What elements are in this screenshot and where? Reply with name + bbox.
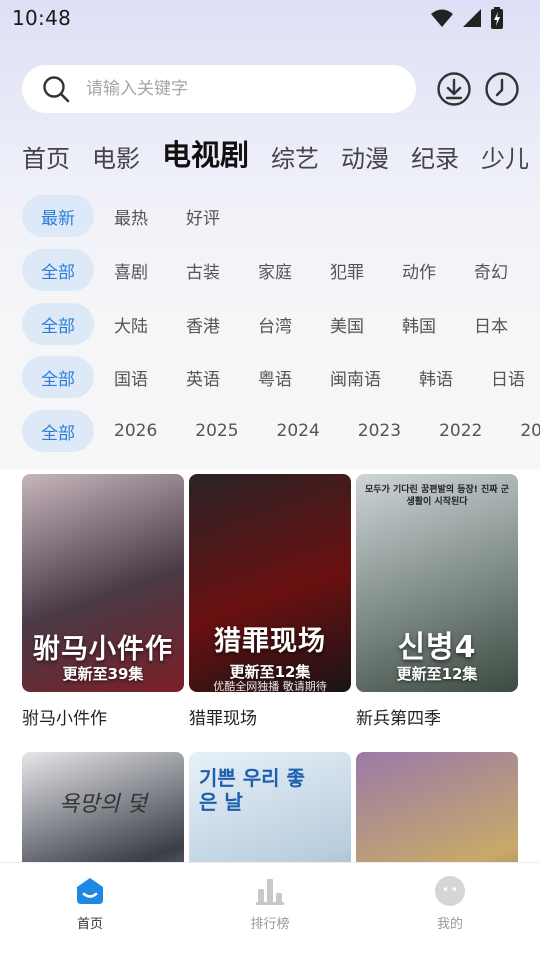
- poster-title-art: 신병4: [397, 630, 477, 665]
- tab-home[interactable]: 首页: [22, 139, 70, 174]
- tab-movies[interactable]: 电影: [92, 139, 140, 174]
- status-icons: [430, 7, 504, 29]
- filter-chip-selected[interactable]: 全部: [22, 356, 94, 398]
- filter-option[interactable]: 犯罪: [330, 258, 364, 283]
- poster-subtitle: 优酷全网独播 敬请期待: [213, 680, 327, 692]
- search-input[interactable]: [86, 79, 386, 99]
- status-bar: 10:48: [0, 0, 540, 36]
- filter-option[interactable]: 闽南语: [330, 365, 381, 390]
- nav-label: 我的: [436, 917, 463, 932]
- tab-kids[interactable]: 少儿: [481, 139, 529, 174]
- show-poster[interactable]: 猎罪现场 更新至12集 优酷全网独播 敬请期待: [189, 474, 351, 692]
- episode-badge: 更新至39集: [62, 665, 144, 683]
- search-box[interactable]: [22, 65, 416, 113]
- poster-title-art: 猎罪现场: [214, 626, 326, 657]
- home-icon: [77, 878, 103, 904]
- show-title[interactable]: 猎罪现场: [189, 704, 351, 729]
- search-icon: [43, 76, 70, 103]
- poster-tagline: 모두가 기다린 꿈편발의 등장! 진짜 군생활이 시작된다: [365, 485, 509, 507]
- filter-chip-selected[interactable]: 最新: [22, 195, 94, 237]
- filter-option[interactable]: 大陆: [114, 312, 148, 337]
- filter-chip-selected[interactable]: 全部: [22, 410, 94, 452]
- history-button[interactable]: [484, 71, 520, 107]
- poster-title-art: 욕망의 덫: [59, 792, 147, 817]
- filter-option[interactable]: 日本: [474, 312, 508, 337]
- bottom-nav: 首页 排行榜 我的: [0, 862, 540, 980]
- filter-option[interactable]: 最热: [114, 204, 148, 229]
- filter-row-year: 全部 2026 2025 2024 2023 2022 2021: [22, 410, 540, 452]
- signal-icon: [463, 9, 481, 27]
- episode-badge: 更新至12集: [396, 665, 478, 683]
- filter-option[interactable]: 喜剧: [114, 258, 148, 283]
- clock-icon: [485, 72, 519, 106]
- show-card[interactable]: 모두가 기다린 꿈편발의 등장! 진짜 군생활이 시작된다 신병4 更新至12集…: [356, 474, 518, 729]
- filter-option[interactable]: 动作: [402, 258, 436, 283]
- ranking-icon: [256, 879, 284, 905]
- show-title[interactable]: 驸马小件作: [22, 704, 184, 729]
- filter-option[interactable]: 家庭: [258, 258, 292, 283]
- filter-row-sort: 最新 最热 好评: [22, 195, 540, 237]
- filter-option[interactable]: 国语: [114, 365, 148, 390]
- filter-option[interactable]: 好评: [186, 204, 220, 229]
- filter-option[interactable]: 2025: [195, 421, 238, 441]
- nav-profile[interactable]: 我的: [360, 863, 540, 980]
- filter-option[interactable]: 2024: [277, 421, 320, 441]
- nav-label: 首页: [76, 917, 103, 932]
- nav-home[interactable]: 首页: [0, 863, 180, 980]
- tab-anime[interactable]: 动漫: [341, 139, 389, 174]
- nav-label: 排行榜: [250, 917, 290, 932]
- category-tabs: 首页 电影 电视剧 综艺 动漫 纪录 少儿: [22, 134, 540, 174]
- filter-row-genre: 全部 喜剧 古装 家庭 犯罪 动作 奇幻: [22, 249, 540, 291]
- filter-chip-selected[interactable]: 全部: [22, 303, 94, 345]
- filter-option[interactable]: 香港: [186, 312, 220, 337]
- battery-icon: [491, 7, 503, 29]
- filter-option[interactable]: 2023: [358, 421, 401, 441]
- show-card[interactable]: 驸马小件作 更新至39集 驸马小件作: [22, 474, 184, 729]
- filter-row-language: 全部 国语 英语 粤语 闽南语 韩语 日语: [22, 356, 540, 398]
- filter-row-region: 全部 大陆 香港 台湾 美国 韩国 日本: [22, 303, 540, 345]
- filter-option[interactable]: 韩语: [419, 365, 453, 390]
- download-button[interactable]: [436, 71, 472, 107]
- filter-option[interactable]: 粤语: [258, 365, 292, 390]
- tab-variety[interactable]: 综艺: [271, 139, 319, 174]
- tab-documentary[interactable]: 纪录: [411, 139, 459, 174]
- wifi-icon: [431, 9, 453, 27]
- profile-icon: [435, 876, 465, 906]
- poster-title-art: 기쁜 우리 좋은 날: [199, 766, 305, 814]
- filter-option[interactable]: 2022: [439, 421, 482, 441]
- filter-option[interactable]: 2026: [114, 421, 157, 441]
- status-time: 10:48: [12, 6, 72, 30]
- download-icon: [437, 72, 471, 106]
- filter-option[interactable]: 2021: [520, 421, 540, 441]
- filter-option[interactable]: 奇幻: [474, 258, 508, 283]
- filter-option[interactable]: 美国: [330, 312, 364, 337]
- filter-option[interactable]: 英语: [186, 365, 220, 390]
- filter-option[interactable]: 古装: [186, 258, 220, 283]
- poster-title-art: 驸马小件作: [33, 634, 173, 665]
- filter-chip-selected[interactable]: 全部: [22, 249, 94, 291]
- tab-tv-series[interactable]: 电视剧: [162, 132, 249, 174]
- show-card[interactable]: 猎罪现场 更新至12集 优酷全网独播 敬请期待 猎罪现场: [189, 474, 351, 729]
- filter-option[interactable]: 台湾: [258, 312, 292, 337]
- nav-ranking[interactable]: 排行榜: [180, 863, 360, 980]
- search-row: [22, 65, 528, 113]
- filter-option[interactable]: 日语: [491, 365, 525, 390]
- show-poster[interactable]: 驸马小件作 更新至39集: [22, 474, 184, 692]
- show-title[interactable]: 新兵第四季: [356, 704, 518, 729]
- filter-option[interactable]: 韩国: [402, 312, 436, 337]
- show-poster[interactable]: 모두가 기다린 꿈편발의 등장! 진짜 군생활이 시작된다 신병4 更新至12集: [356, 474, 518, 692]
